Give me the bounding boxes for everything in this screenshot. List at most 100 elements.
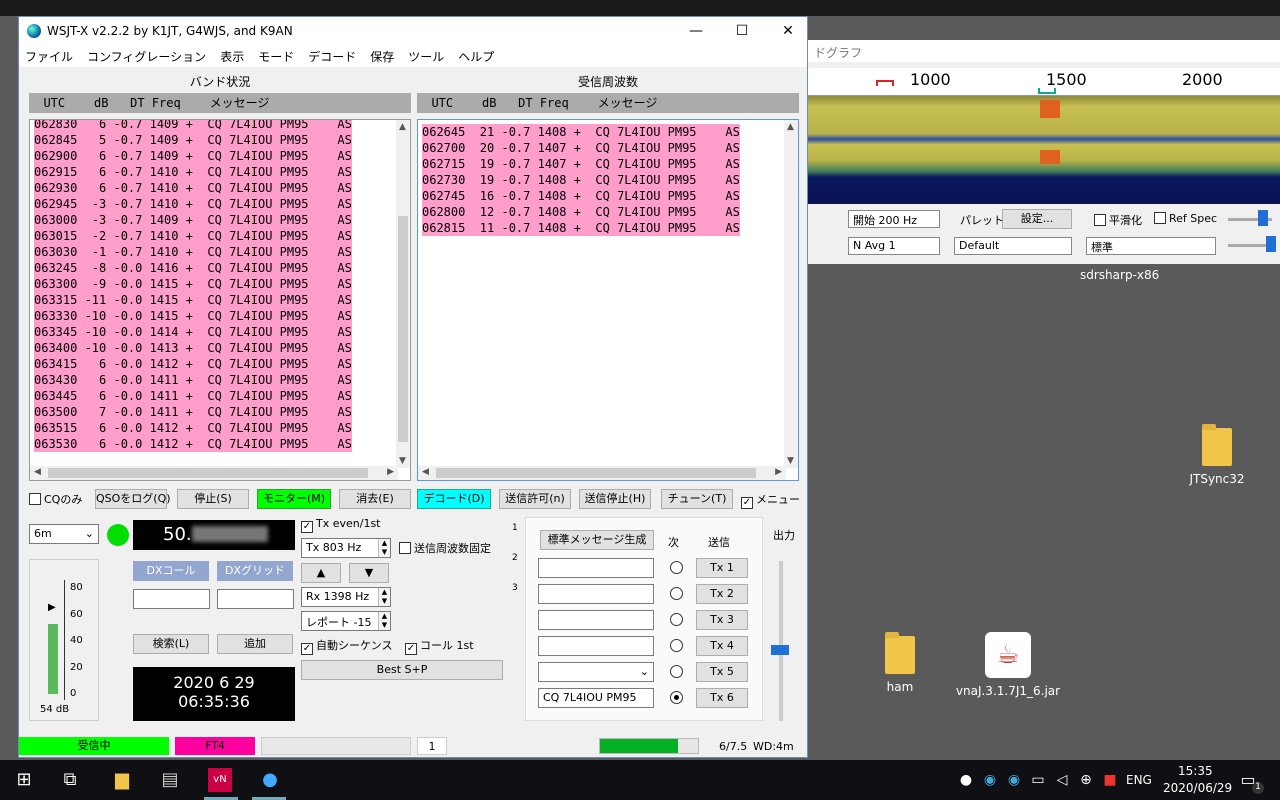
menus-checkbox[interactable]: ✓ メニュー <box>741 491 800 509</box>
hold-tx-freq-checkbox[interactable]: 送信周波数固定 <box>399 540 491 556</box>
decode-row[interactable]: 062715 19 -0.7 1407 + CQ 7L4IOU PM95 AS <box>422 156 740 172</box>
tx2-message-input[interactable] <box>538 584 654 604</box>
menu-save[interactable]: 保存 <box>370 48 394 65</box>
decode-row[interactable]: 063500 7 -0.0 1411 + CQ 7L4IOU PM95 AS <box>34 404 352 420</box>
windows-start-icon[interactable]: ⊞ <box>12 768 36 792</box>
tx3-button[interactable]: Tx 3 <box>696 610 748 630</box>
microphone-icon[interactable]: ● <box>954 768 978 792</box>
decode-row[interactable]: 063330 -10 -0.0 1415 + CQ 7L4IOU PM95 AS <box>34 308 352 324</box>
desktop-icon-jtsync[interactable]: JTSync32 <box>1172 424 1262 486</box>
wsjtx-globe-icon[interactable]: ● <box>258 768 282 792</box>
scroll-thumb[interactable] <box>398 216 408 442</box>
language-indicator[interactable]: ENG <box>1126 773 1152 787</box>
best-sp-button[interactable]: Best S+P <box>301 660 503 680</box>
tx4-radio[interactable] <box>670 639 683 652</box>
app-icon[interactable]: ▤ <box>158 768 182 792</box>
decode-row[interactable]: 062815 11 -0.7 1408 + CQ 7L4IOU PM95 AS <box>422 220 740 236</box>
call-1st-checkbox[interactable]: ✓ コール 1st <box>405 637 474 655</box>
menu-config[interactable]: コンフィグレーション <box>87 48 206 65</box>
decode-row[interactable]: 062945 -3 -0.7 1410 + CQ 7L4IOU PM95 AS <box>34 196 352 212</box>
erase-button[interactable]: 消去(E) <box>339 489 411 509</box>
decode-row[interactable]: 062930 6 -0.7 1410 + CQ 7L4IOU PM95 AS <box>34 180 352 196</box>
navg-spinbox[interactable]: N Avg 1 <box>848 237 940 255</box>
dx-call-input[interactable] <box>133 589 210 609</box>
power-slider-handle[interactable] <box>771 645 789 655</box>
decode-row[interactable]: 063030 -1 -0.7 1410 + CQ 7L4IOU PM95 AS <box>34 244 352 260</box>
waterfall[interactable] <box>808 96 1280 204</box>
decode-row[interactable]: 063245 -8 -0.0 1416 + CQ 7L4IOU PM95 AS <box>34 260 352 276</box>
dx-grid-input[interactable] <box>217 589 294 609</box>
slider-handle[interactable] <box>1266 236 1276 252</box>
tab-2[interactable]: 2 <box>512 553 518 563</box>
rx-frequency-list[interactable]: 062645 21 -0.7 1408 + CQ 7L4IOU PM95 AS 0… <box>417 119 799 481</box>
report-spinbox[interactable]: レポート -15 ▲ ▼ <box>301 611 391 631</box>
decode-row[interactable]: 062745 16 -0.7 1408 + CQ 7L4IOU PM95 AS <box>422 188 740 204</box>
vertical-scrollbar[interactable]: ▲ ▼ <box>784 120 798 468</box>
decode-row[interactable]: 063000 -3 -0.7 1409 + CQ 7L4IOU PM95 AS <box>34 212 352 228</box>
ref-spec-checkbox[interactable]: Ref Spec <box>1154 212 1217 225</box>
lookup-button[interactable]: 検索(L) <box>133 634 209 654</box>
menu-file[interactable]: ファイル <box>25 48 73 65</box>
scroll-left-icon[interactable]: ◀ <box>422 467 429 477</box>
tx3-message-input[interactable] <box>538 610 654 630</box>
desktop-icon-ham[interactable]: ham <box>855 632 945 694</box>
tx-even-checkbox[interactable]: ✓ Tx even/1st <box>301 517 381 533</box>
decode-row[interactable]: 063345 -10 -0.0 1414 + CQ 7L4IOU PM95 AS <box>34 324 352 340</box>
stop-button[interactable]: 停止(S) <box>177 489 249 509</box>
taskbar-time[interactable]: 15:35 <box>1178 764 1213 778</box>
tx5-radio[interactable] <box>670 665 683 678</box>
network-icon[interactable]: ⊕ <box>1074 768 1098 792</box>
tx-freq-spinbox[interactable]: Tx 803 Hz ▲ ▼ <box>301 538 391 558</box>
tx6-radio[interactable] <box>670 691 683 704</box>
tx6-message-input[interactable]: CQ 7L4IOU PM95 <box>538 688 654 708</box>
scroll-down-icon[interactable]: ▼ <box>787 456 794 466</box>
scroll-left-icon[interactable]: ◀ <box>34 467 41 477</box>
tx3-radio[interactable] <box>670 613 683 626</box>
decode-row[interactable]: 062900 6 -0.7 1409 + CQ 7L4IOU PM95 AS <box>34 148 352 164</box>
menu-view[interactable]: 表示 <box>220 48 244 65</box>
palette-settings-button[interactable]: 設定... <box>1002 209 1072 229</box>
start-hz-spinbox[interactable]: 開始 200 Hz <box>848 210 940 228</box>
vertical-scrollbar[interactable]: ▲ ▼ <box>396 120 410 468</box>
decode-row[interactable]: 063300 -9 -0.0 1415 + CQ 7L4IOU PM95 AS <box>34 276 352 292</box>
app-tray-icon[interactable]: ■ <box>1098 768 1122 792</box>
menu-mode[interactable]: モード <box>258 48 294 65</box>
decode-row[interactable]: 062915 6 -0.7 1410 + CQ 7L4IOU PM95 AS <box>34 164 352 180</box>
rx-to-tx-icon[interactable]: ▼ <box>349 563 389 583</box>
horizontal-scrollbar[interactable]: ◀ ▶ <box>30 466 398 480</box>
monitor-button[interactable]: モニター(M) <box>257 489 331 509</box>
scroll-right-icon[interactable]: ▶ <box>775 467 782 477</box>
tx4-message-input[interactable] <box>538 636 654 656</box>
decode-row[interactable]: 062845 5 -0.7 1409 + CQ 7L4IOU PM95 AS <box>34 132 352 148</box>
tab-1[interactable]: 1 <box>512 523 518 533</box>
decode-button[interactable]: デコード(D) <box>417 489 491 509</box>
add-button[interactable]: 追加 <box>217 634 293 654</box>
tx1-radio[interactable] <box>670 561 683 574</box>
slider-handle[interactable] <box>1258 210 1268 226</box>
tune-button[interactable]: チューン(T) <box>661 489 733 509</box>
halt-tx-button[interactable]: 送信停止(H) <box>579 489 651 509</box>
menu-help[interactable]: ヘルプ <box>458 48 494 65</box>
enable-tx-button[interactable]: 送信許可(n) <box>499 489 571 509</box>
decode-row[interactable]: 062830 6 -0.7 1409 + CQ 7L4IOU PM95 AS <box>34 120 352 132</box>
tab-3[interactable]: 3 <box>512 583 518 593</box>
cq-only-checkbox[interactable]: CQのみ <box>29 491 82 507</box>
decode-row[interactable]: 063530 6 -0.0 1412 + CQ 7L4IOU PM95 AS <box>34 436 352 452</box>
decode-row[interactable]: 063315 -11 -0.0 1415 + CQ 7L4IOU PM95 AS <box>34 292 352 308</box>
tx2-radio[interactable] <box>670 587 683 600</box>
scroll-up-icon[interactable]: ▲ <box>399 122 406 132</box>
decode-row[interactable]: 063430 6 -0.0 1411 + CQ 7L4IOU PM95 AS <box>34 372 352 388</box>
close-icon[interactable]: ✕ <box>765 17 811 45</box>
decode-row[interactable]: 063015 -2 -0.7 1410 + CQ 7L4IOU PM95 AS <box>34 228 352 244</box>
scroll-thumb[interactable] <box>48 468 368 478</box>
tx-to-rx-icon[interactable]: ▲ <box>301 563 341 583</box>
tx5-button[interactable]: Tx 5 <box>696 662 748 682</box>
decode-row[interactable]: 063515 6 -0.0 1412 + CQ 7L4IOU PM95 AS <box>34 420 352 436</box>
file-explorer-icon[interactable]: ▆ <box>110 768 134 792</box>
band-select[interactable]: 6m ⌄ <box>29 524 99 544</box>
app-tray-icon[interactable]: ◉ <box>978 768 1002 792</box>
band-activity-list[interactable]: 062830 6 -0.7 1409 + CQ 7L4IOU PM95 AS 06… <box>29 119 411 481</box>
minimize-icon[interactable]: — <box>673 17 719 45</box>
app-tray-icon[interactable]: ◉ <box>1002 768 1026 792</box>
decode-row[interactable]: 063400 -10 -0.0 1413 + CQ 7L4IOU PM95 AS <box>34 340 352 356</box>
